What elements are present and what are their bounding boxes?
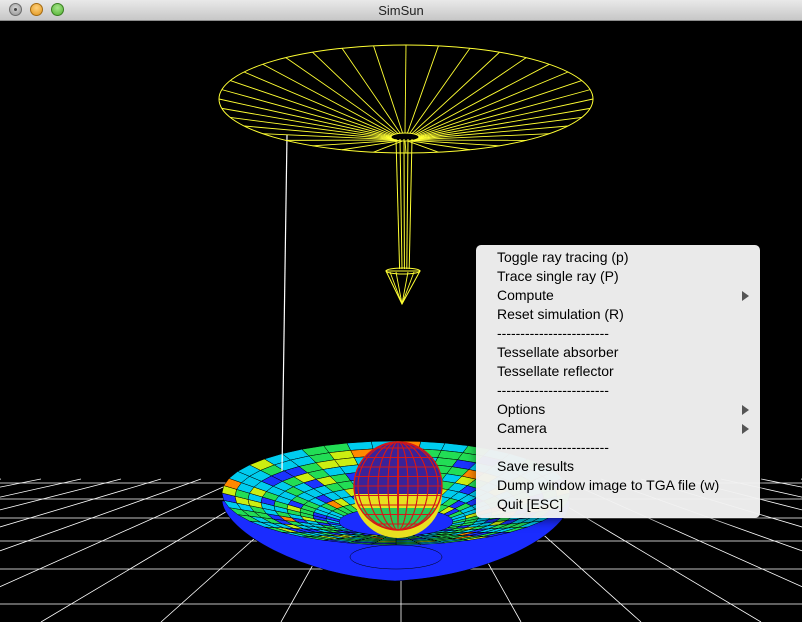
- menu-item-reset-simulation[interactable]: Reset simulation (R): [476, 305, 760, 324]
- separator-dashes: ------------------------: [497, 382, 609, 398]
- menu-item-label: Quit [ESC]: [497, 496, 564, 512]
- menu-item-label: Tessellate reflector: [497, 363, 614, 379]
- menu-item-tessellate-reflector[interactable]: Tessellate reflector: [476, 362, 760, 381]
- submenu-arrow-icon: [742, 405, 749, 415]
- submenu-arrow-icon: [742, 424, 749, 434]
- traced-ray: [281, 134, 288, 472]
- menu-item-toggle-ray-tracing[interactable]: Toggle ray tracing (p): [476, 248, 760, 267]
- menu-item-trace-single-ray[interactable]: Trace single ray (P): [476, 267, 760, 286]
- sun-direction-arrow: [385, 138, 421, 306]
- menu-item-label: Options: [497, 401, 546, 417]
- menu-separator: ------------------------: [476, 381, 760, 400]
- menu-item-compute[interactable]: Compute: [476, 286, 760, 305]
- context-menu: Toggle ray tracing (p) Trace single ray (…: [476, 245, 760, 518]
- menu-item-save-results[interactable]: Save results: [476, 457, 760, 476]
- menu-item-label: Dump window image to TGA file (w): [497, 477, 720, 493]
- menu-item-label: Compute: [497, 287, 554, 303]
- menu-item-dump-window-image-to-tga-file[interactable]: Dump window image to TGA file (w): [476, 476, 760, 495]
- menu-separator: ------------------------: [476, 438, 760, 457]
- menu-separator: ------------------------: [476, 324, 760, 343]
- menu-item-label: Tessellate absorber: [497, 344, 619, 360]
- menu-item-label: Toggle ray tracing (p): [497, 249, 629, 265]
- absorber-sphere: [353, 441, 443, 538]
- submenu-arrow-icon: [742, 291, 749, 301]
- separator-dashes: ------------------------: [497, 325, 609, 341]
- menu-item-camera[interactable]: Camera: [476, 419, 760, 438]
- menu-item-label: Reset simulation (R): [497, 306, 624, 322]
- menu-item-label: Save results: [497, 458, 575, 474]
- sun-disk: [218, 44, 594, 154]
- window-titlebar[interactable]: SimSun: [0, 0, 802, 21]
- menu-item-quit[interactable]: Quit [ESC]: [476, 495, 760, 514]
- menu-item-label: Camera: [497, 420, 547, 436]
- menu-item-options[interactable]: Options: [476, 400, 760, 419]
- menu-item-tessellate-absorber[interactable]: Tessellate absorber: [476, 343, 760, 362]
- separator-dashes: ------------------------: [497, 439, 609, 455]
- window-title: SimSun: [378, 3, 424, 18]
- menu-item-label: Trace single ray (P): [497, 268, 619, 284]
